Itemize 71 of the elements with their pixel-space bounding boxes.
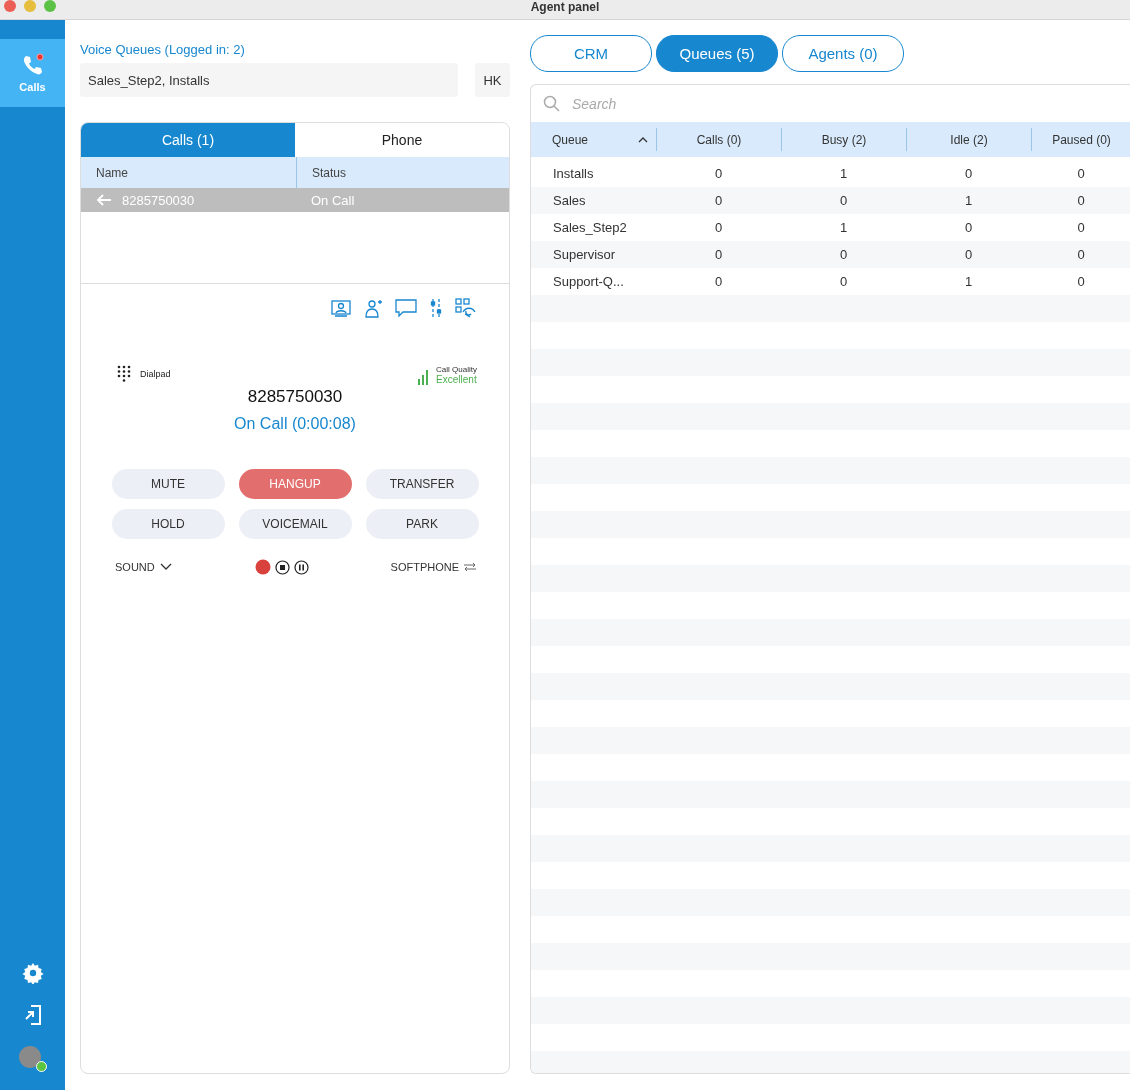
table-cell-text: 0 (1076, 219, 1086, 237)
call-action-button[interactable]: VOICEMAIL (238, 509, 352, 539)
settings-icon[interactable] (21, 962, 44, 984)
column-header[interactable]: Idle (2) (906, 128, 1031, 151)
table-cell-text: Sales_Step2 (552, 219, 628, 237)
tab[interactable]: Queues (5) (656, 35, 778, 72)
table-cell-text: 0 (1076, 246, 1086, 264)
initials-button[interactable]: HK (475, 63, 510, 97)
table-cell-text: 0 (838, 192, 849, 210)
dialpad-icon (117, 365, 131, 383)
sliders-icon[interactable] (429, 298, 443, 318)
column-header[interactable]: Queue (552, 132, 589, 147)
column-header[interactable]: Paused (0) (1031, 128, 1130, 151)
queues-field[interactable]: Sales_Step2, Installs (80, 63, 458, 97)
table-cell-text: 0 (713, 246, 724, 264)
add-person-icon[interactable] (363, 298, 383, 318)
table-cell-text: 1 (963, 273, 974, 291)
grid-eye-icon[interactable] (455, 298, 477, 318)
user-avatar[interactable] (18, 1046, 47, 1072)
record-icon[interactable] (254, 559, 271, 575)
table-cell-text: 1 (963, 192, 974, 210)
sound-dropdown[interactable]: SOUND (115, 561, 173, 573)
table-cell-text: Supervisor (552, 246, 617, 264)
search-icon (543, 95, 560, 112)
chat-icon[interactable] (395, 298, 417, 318)
table-cell-text: Support-Q... (552, 273, 625, 291)
table-cell-text: 0 (963, 246, 974, 264)
table-cell-text: 0 (1076, 165, 1086, 183)
voice-queues-label: Voice Queues (Logged in: 2) (80, 42, 246, 57)
table-cell-text: 0 (1076, 273, 1086, 291)
call-status: On Call (0:00:08) (233, 415, 357, 433)
table-cell-text: 1 (838, 165, 849, 183)
column-header: Name (95, 164, 129, 182)
table-cell-text: Sales (552, 192, 587, 210)
call-action-button[interactable]: HOLD (111, 509, 225, 539)
table-cell-text: 0 (713, 192, 724, 210)
chevron-down-icon (158, 562, 173, 572)
table-cell-text: 1 (838, 219, 849, 237)
table-cell-text: 0 (963, 219, 974, 237)
table-cell-text: 0 (713, 219, 724, 237)
call-quality-label: Call Quality (436, 365, 477, 374)
phone-number: 8285750030 (246, 387, 344, 407)
call-action-button[interactable]: MUTE (111, 469, 225, 499)
column-header[interactable]: Busy (2) (781, 128, 906, 151)
table-cell-text: 0 (713, 273, 724, 291)
swap-arrows-icon (463, 562, 477, 572)
pause-icon[interactable] (293, 559, 309, 575)
call-action-button[interactable]: PARK (365, 509, 479, 539)
call-quality-value: Excellent (436, 374, 477, 385)
tab[interactable]: CRM (530, 35, 652, 72)
arrow-left-icon (96, 194, 112, 206)
window-title: Agent panel (530, 0, 600, 14)
table-cell-text: 0 (963, 165, 974, 183)
signal-bars-icon (418, 369, 431, 385)
call-action-button[interactable]: TRANSFER (365, 469, 479, 499)
table-cell-text: 0 (838, 273, 849, 291)
call-number: 8285750030 (122, 192, 195, 208)
contact-card-icon[interactable] (331, 298, 351, 318)
tab[interactable]: Calls (1) (81, 123, 295, 157)
table-cell-text: Installs (552, 165, 595, 183)
column-header[interactable]: Calls (0) (656, 128, 781, 151)
table-cell-text: 0 (1076, 192, 1086, 210)
table-cell-text: 0 (838, 246, 849, 264)
tab[interactable]: Agents (0) (782, 35, 904, 72)
table-cell-text: 0 (713, 165, 724, 183)
call-status: On Call (311, 192, 355, 208)
softphone-toggle[interactable]: SOFTPHONE (390, 561, 477, 573)
close-button[interactable] (4, 0, 16, 12)
sort-up-icon (638, 136, 648, 143)
dialpad-button[interactable]: Dialpad (117, 365, 171, 383)
stop-icon[interactable] (274, 559, 290, 575)
